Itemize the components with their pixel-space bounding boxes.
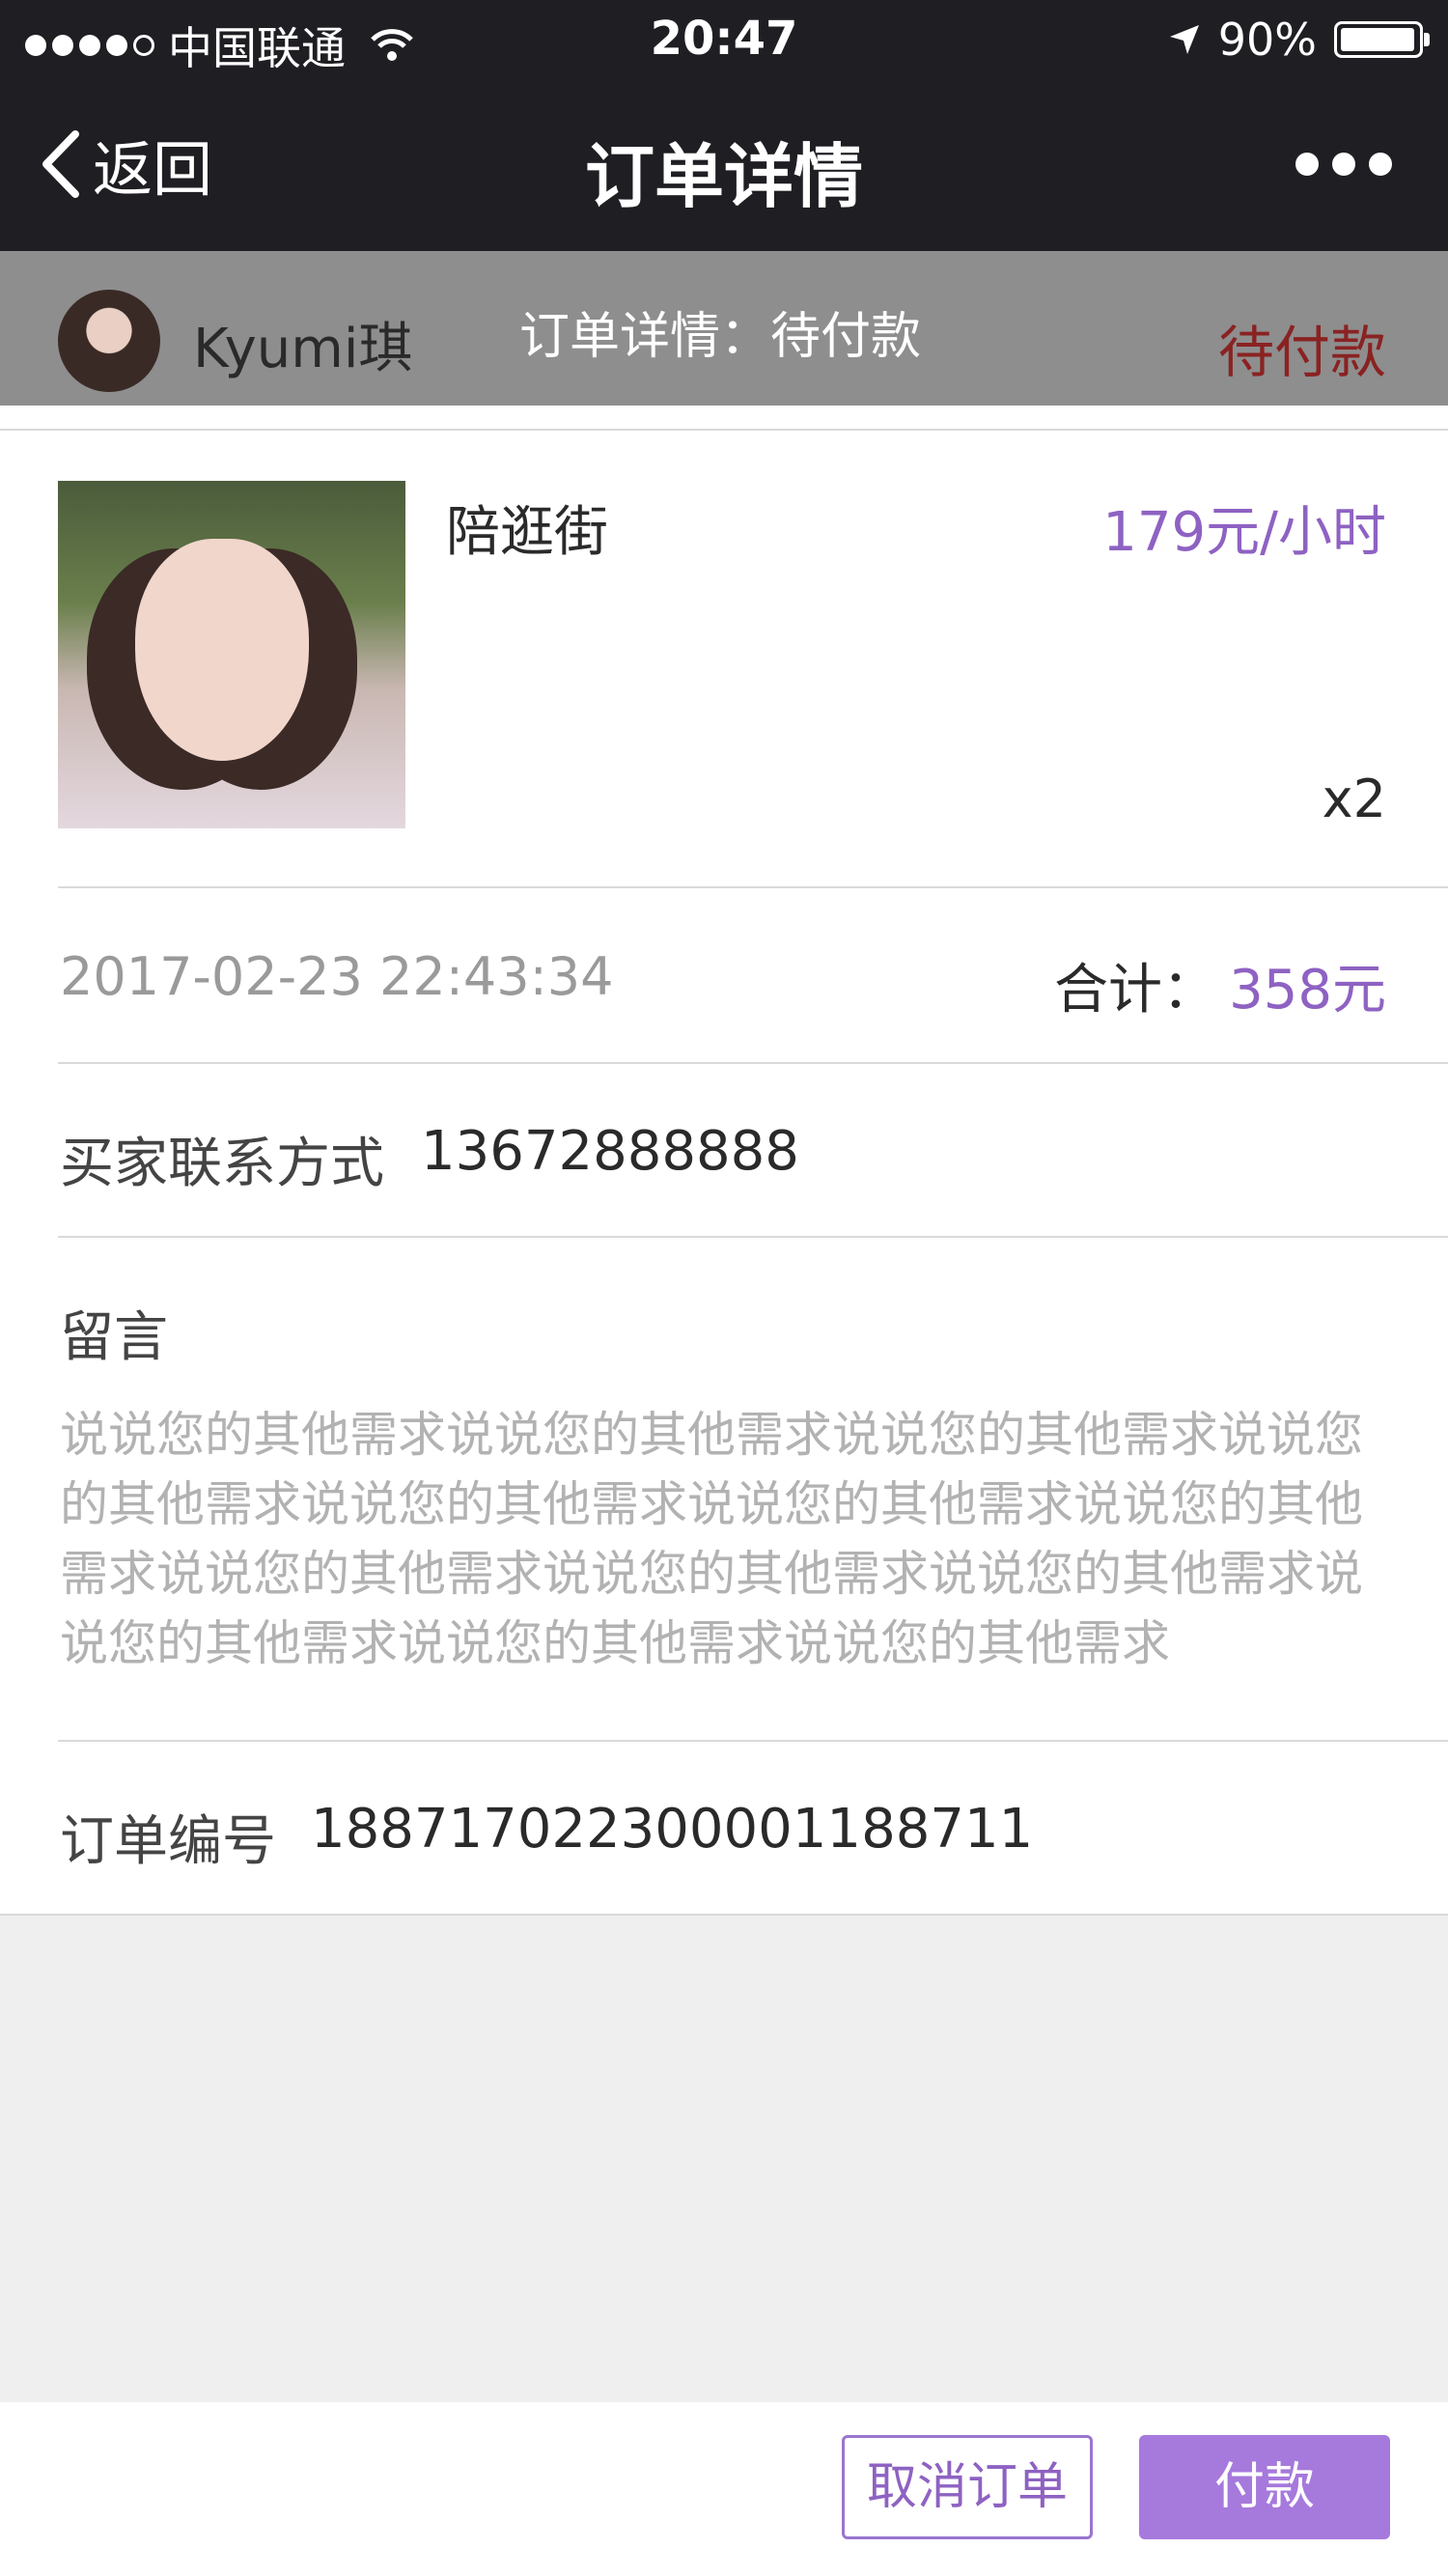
status-bar: 中国联通 20:47 90% xyxy=(0,0,1448,77)
divider xyxy=(58,1236,1448,1238)
divider xyxy=(0,1914,1448,1916)
product-quantity: x2 xyxy=(1322,769,1386,829)
battery-icon xyxy=(1334,21,1430,58)
order-number-label: 订单编号 xyxy=(60,1810,276,1873)
contact-phone[interactable]: 13672888888 xyxy=(421,1120,799,1183)
product-price: 179元/小时 xyxy=(1102,501,1386,564)
order-date: 2017-02-23 22:43:34 xyxy=(60,946,614,1007)
divider xyxy=(58,1062,1448,1064)
battery-percent: 90% xyxy=(1217,14,1317,66)
order-header-title: 订单详情：待付款 xyxy=(519,308,922,366)
divider xyxy=(0,429,1448,431)
page-title: 订单详情 xyxy=(584,136,863,217)
location-arrow-icon xyxy=(1169,25,1199,54)
total-label: 合计： xyxy=(1054,959,1216,1022)
pay-button[interactable]: 付款 xyxy=(1139,2435,1390,2539)
cancel-order-button[interactable]: 取消订单 xyxy=(842,2435,1093,2539)
product-image[interactable] xyxy=(58,481,405,828)
total-value: 358元 xyxy=(1229,959,1386,1022)
order-header: Kyumi琪 订单详情：待付款 待付款 xyxy=(0,251,1448,406)
product-name: 陪逛街 xyxy=(446,501,608,564)
nav-bar: 返回 订单详情 xyxy=(0,77,1448,251)
divider xyxy=(58,1740,1448,1742)
avatar[interactable] xyxy=(58,290,160,392)
status-badge: 待付款 xyxy=(1217,320,1386,385)
divider xyxy=(58,886,1448,888)
seller-username: Kyumi琪 xyxy=(193,318,413,380)
message-text: 说说您的其他需求说说您的其他需求说说您的其他需求说说您的其他需求说说您的其他需求… xyxy=(60,1407,1363,1671)
order-number-value: 188717022300001188711 xyxy=(311,1798,1034,1861)
contact-label: 买家联系方式 xyxy=(60,1133,384,1195)
message-label: 留言 xyxy=(60,1306,168,1369)
more-options-icon[interactable] xyxy=(1295,153,1392,176)
status-right: 90% xyxy=(1168,14,1430,66)
